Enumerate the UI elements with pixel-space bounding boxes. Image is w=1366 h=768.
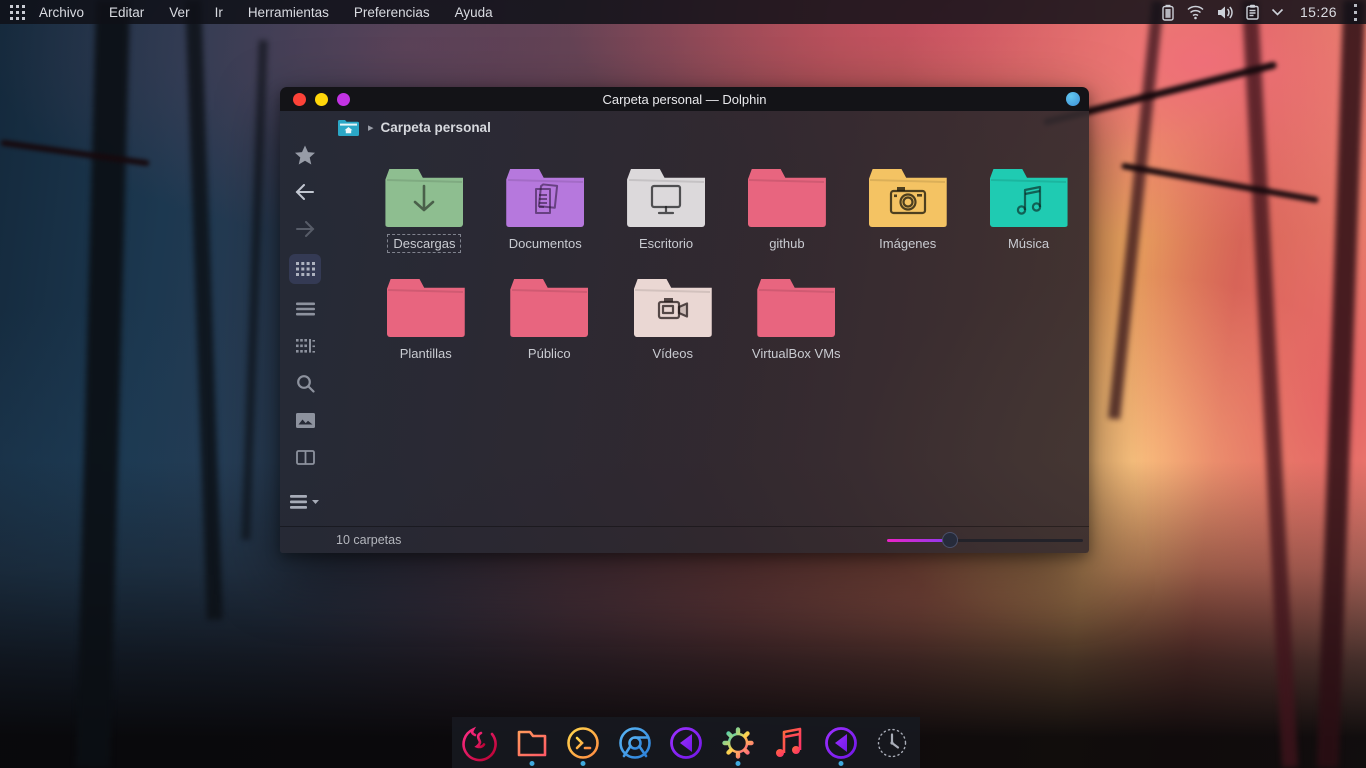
menu-ver[interactable]: Ver: [169, 5, 189, 20]
folder-label: Público: [522, 344, 577, 363]
window-title: Carpeta personal — Dolphin: [280, 92, 1089, 107]
tree-branch: [1121, 163, 1319, 204]
folder-row: Descargas Documentos: [364, 169, 1089, 253]
folder-item-documentos[interactable]: Documentos: [485, 169, 606, 253]
menu-ayuda[interactable]: Ayuda: [455, 5, 493, 20]
back-icon[interactable]: [289, 180, 321, 204]
folder-label: Documentos: [503, 234, 588, 253]
preview-image-icon[interactable]: [289, 408, 321, 432]
zoom-slider-fill: [887, 539, 950, 542]
clipboard-icon[interactable]: [1246, 4, 1259, 20]
tree-trunk: [1108, 1, 1164, 420]
menu-preferencias[interactable]: Preferencias: [354, 5, 430, 20]
dock: [452, 717, 920, 768]
dolphin-window: Carpeta personal — Dolphin: [280, 87, 1089, 553]
folder-item-musica[interactable]: Música: [968, 169, 1089, 253]
minimize-button[interactable]: [315, 93, 328, 106]
battery-icon[interactable]: [1162, 4, 1174, 21]
zoom-slider-handle[interactable]: [942, 532, 958, 548]
folder-item-plantillas[interactable]: Plantillas: [364, 279, 488, 363]
browser-icon[interactable]: [616, 724, 654, 762]
search-icon[interactable]: [289, 371, 321, 395]
icons-view-button[interactable]: [289, 254, 321, 284]
folder-count-label: 10 carpetas: [336, 533, 401, 547]
tree-trunk: [76, 0, 130, 768]
titlebar[interactable]: Carpeta personal — Dolphin: [280, 87, 1089, 111]
folder-label: Descargas: [387, 234, 461, 253]
wifi-icon[interactable]: [1186, 4, 1205, 20]
folder-item-videos[interactable]: Vídeos: [611, 279, 735, 363]
close-button[interactable]: [293, 93, 306, 106]
hamburger-menu-icon[interactable]: [289, 490, 321, 514]
folder-label: Escritorio: [633, 234, 699, 253]
tree-trunk: [185, 0, 223, 620]
menu-ir[interactable]: Ir: [215, 5, 223, 20]
folder-item-virtualbox-vms[interactable]: VirtualBox VMs: [735, 279, 859, 363]
compact-view-button[interactable]: [289, 334, 321, 358]
vscodium-icon[interactable]: [822, 724, 860, 762]
menu-herramientas[interactable]: Herramientas: [248, 5, 329, 20]
kebab-dots-icon[interactable]: [1353, 4, 1358, 21]
statusbar: 10 carpetas: [280, 526, 1089, 553]
menu-archivo[interactable]: Archivo: [39, 5, 84, 20]
sidebar: [280, 111, 330, 526]
folder-row: Plantillas Público: [364, 279, 1089, 363]
list-view-button[interactable]: [289, 297, 321, 321]
terminal-icon[interactable]: [564, 724, 602, 762]
folder-item-imagenes[interactable]: Imágenes: [847, 169, 968, 253]
folder-label: github: [763, 234, 810, 253]
firefox-icon[interactable]: [461, 724, 499, 762]
folder-label: Vídeos: [647, 344, 699, 363]
breadcrumb-caret-icon: ▸: [368, 121, 374, 134]
volume-icon[interactable]: [1217, 5, 1234, 20]
chevron-down-icon[interactable]: [1271, 8, 1284, 17]
home-folder-icon[interactable]: [338, 119, 359, 136]
window-accent-button[interactable]: [1066, 92, 1080, 106]
tree-branch: [0, 140, 149, 167]
folder-item-publico[interactable]: Público: [488, 279, 612, 363]
music-icon[interactable]: [770, 724, 808, 762]
bookmarks-star-icon[interactable]: [289, 143, 321, 167]
folder-view[interactable]: Descargas Documentos: [330, 143, 1089, 526]
menu-editar[interactable]: Editar: [109, 5, 144, 20]
global-menu: Archivo Editar Ver Ir Herramientas Prefe…: [39, 5, 493, 20]
breadcrumb: ▸ Carpeta personal: [330, 111, 1089, 143]
folder-item-descargas[interactable]: Descargas: [364, 169, 485, 253]
tree-trunk: [1317, 0, 1366, 768]
files-icon[interactable]: [513, 724, 551, 762]
forward-icon[interactable]: [289, 217, 321, 241]
folder-item-escritorio[interactable]: Escritorio: [606, 169, 727, 253]
folder-label: Música: [1002, 234, 1055, 253]
maximize-button[interactable]: [337, 93, 350, 106]
app-launcher-icon[interactable]: [10, 5, 25, 20]
panel-clock[interactable]: 15:26: [1300, 4, 1337, 20]
folder-label: Plantillas: [394, 344, 458, 363]
folder-item-github[interactable]: github: [726, 169, 847, 253]
settings-gear-icon[interactable]: [719, 724, 757, 762]
vscode-icon[interactable]: [667, 724, 705, 762]
window-body: ▸ Carpeta personal Descargas: [280, 111, 1089, 553]
folder-label: Imágenes: [873, 234, 942, 253]
breadcrumb-location[interactable]: Carpeta personal: [381, 120, 491, 135]
desktop: Archivo Editar Ver Ir Herramientas Prefe…: [0, 0, 1366, 768]
split-view-icon[interactable]: [289, 445, 321, 469]
top-panel: Archivo Editar Ver Ir Herramientas Prefe…: [0, 0, 1366, 24]
folder-label: VirtualBox VMs: [746, 344, 847, 363]
clock-icon[interactable]: [873, 724, 911, 762]
tree-trunk: [241, 40, 267, 540]
tree-trunk: [1242, 0, 1298, 768]
zoom-slider[interactable]: [887, 532, 1083, 548]
